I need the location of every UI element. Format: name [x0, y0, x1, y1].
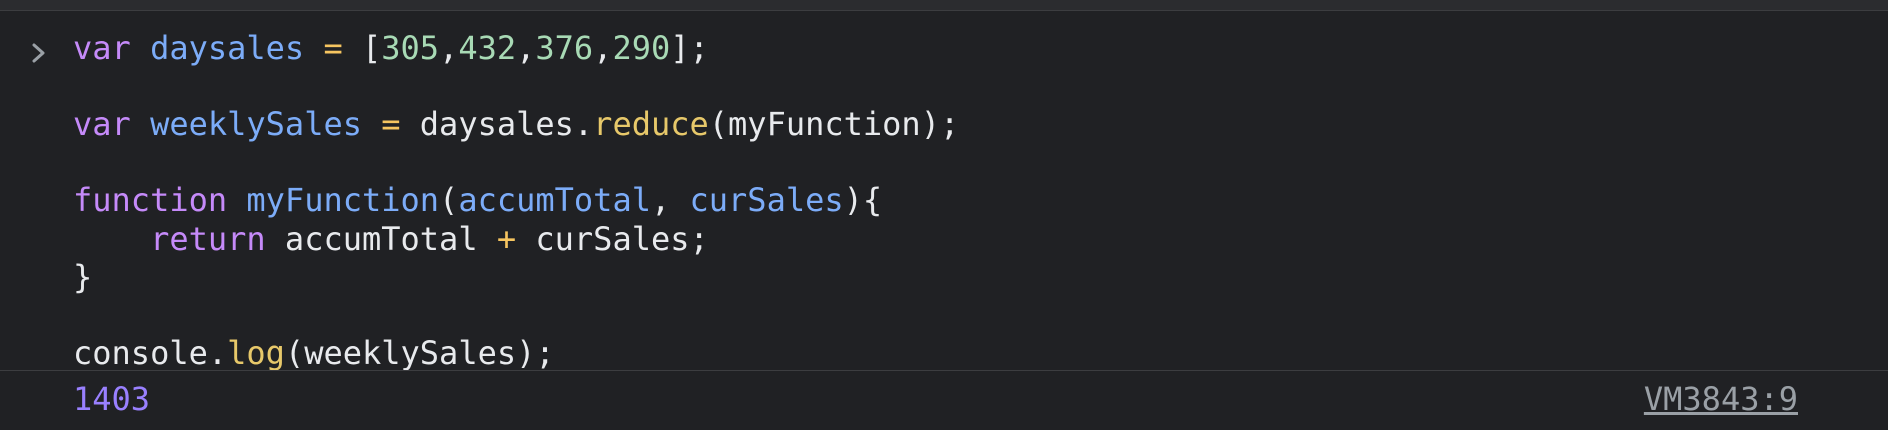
code-line-3: function myFunction(accumTotal, curSales… [73, 180, 882, 220]
comma: , [650, 181, 690, 219]
number-literal: 432 [458, 29, 517, 67]
bracket-close: ]; [670, 29, 709, 67]
console-input-entry[interactable]: var daysales = [305,432,376,290]; var we… [0, 10, 1888, 373]
object-ref: daysales. [419, 105, 594, 143]
operator-assign: = [361, 105, 420, 143]
call-args: (myFunction); [708, 105, 960, 143]
result-value[interactable]: 1403 [73, 379, 150, 419]
paren-close-brace: ){ [843, 181, 883, 219]
comma: , [439, 29, 459, 67]
number-literal: 376 [535, 29, 594, 67]
code-line-1: var daysales = [305,432,376,290]; [73, 28, 709, 68]
identifier-weeklysales: weeklySales [150, 105, 362, 143]
param-accumtotal: accumTotal [458, 181, 651, 219]
number-literal: 305 [381, 29, 440, 67]
param-cursales: curSales [689, 181, 844, 219]
keyword-var: var [73, 29, 131, 67]
operator-plus: + [496, 220, 517, 258]
call-args: (weeklySales); [284, 334, 555, 372]
operand: accumTotal [265, 220, 497, 258]
operator-assign: = [304, 29, 362, 67]
function-name: myFunction [246, 181, 440, 219]
bracket-open: [ [361, 29, 382, 67]
code-line-5: } [73, 257, 92, 297]
method-log: log [227, 334, 285, 372]
identifier-daysales: daysales [150, 29, 305, 67]
chevron-right-icon [24, 38, 54, 68]
comma: , [593, 29, 613, 67]
object-console: console. [73, 334, 228, 372]
operand: curSales; [516, 220, 709, 258]
code-line-2: var weeklySales = daysales.reduce(myFunc… [73, 104, 959, 144]
source-location-link[interactable]: VM3843:9 [1644, 379, 1798, 419]
comma: , [516, 29, 536, 67]
keyword-var: var [73, 105, 131, 143]
console-result-row: 1403 VM3843:9 [0, 371, 1888, 430]
code-line-4: return accumTotal + curSales; [73, 219, 709, 259]
method-reduce: reduce [593, 105, 709, 143]
keyword-function: function [73, 181, 228, 219]
paren-open: ( [439, 181, 459, 219]
keyword-return: return [150, 220, 266, 258]
number-literal: 290 [612, 29, 671, 67]
devtools-console: var daysales = [305,432,376,290]; var we… [0, 0, 1888, 430]
code-line-6: console.log(weeklySales); [73, 333, 555, 373]
brace-close: } [73, 258, 93, 296]
